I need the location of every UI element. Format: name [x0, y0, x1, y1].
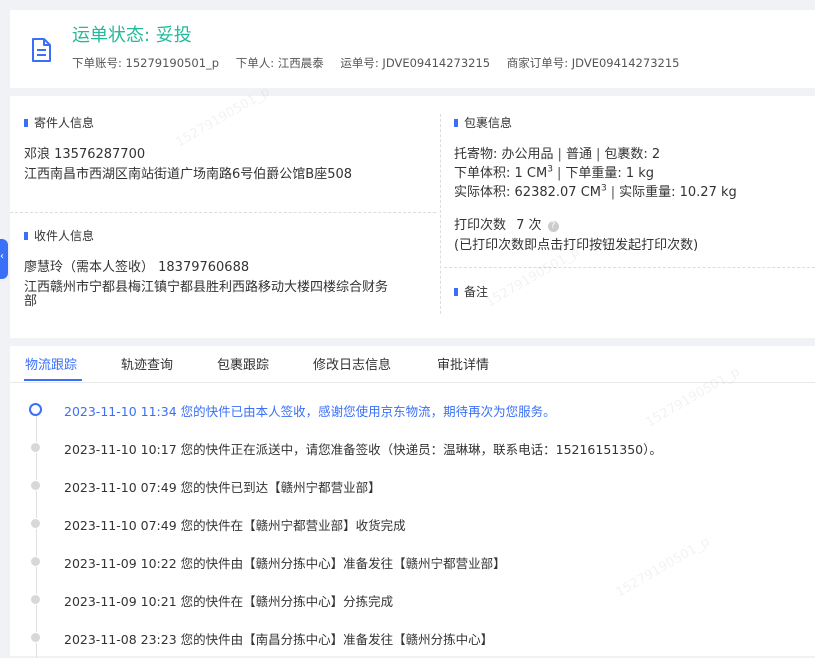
print-count-label: 打印次数 [454, 218, 507, 233]
print-count-row: 打印次数 7 次? [454, 214, 559, 233]
separator: | [556, 166, 562, 181]
divider [444, 267, 815, 268]
timeline-dot [30, 442, 41, 453]
service-type: 普通 [565, 147, 592, 162]
volume-exponent: 3 [547, 164, 553, 175]
tab-bar: 物流跟踪 轨迹查询 包裹跟踪 修改日志信息 审批详情 [10, 346, 815, 383]
receiver-address: 江西赣州市宁都县梅江镇宁都县胜利西路移动大楼四楼综合财务 [24, 280, 389, 295]
timeline-event: 2023-11-09 10:21 您的快件在【赣州分拣中心】分拣完成 [64, 594, 394, 609]
timeline-dot-current [29, 403, 42, 416]
order-volume-value: 1 CM [514, 166, 548, 181]
package-count: 包裹数: 2 [604, 147, 661, 162]
timeline-dot [30, 556, 41, 567]
timeline-dot [30, 594, 41, 605]
waybill-status-title: 运单状态: 妥投 [72, 25, 192, 46]
timeline-event: 2023-11-09 10:22 您的快件由【赣州分拣中心】准备发往【赣州宁都营… [64, 556, 506, 571]
tab-package-tracking[interactable]: 包裹跟踪 [217, 354, 269, 373]
orderer: 下单人: 江西晨泰 [235, 56, 324, 70]
timeline-dot [30, 480, 41, 491]
tracking-panel: 物流跟踪 轨迹查询 包裹跟踪 修改日志信息 审批详情 2023-11-10 11… [10, 346, 815, 658]
package-goods-row: 托寄物: 办公用品 | 普通 | 包裹数: 2 [454, 143, 660, 162]
print-note: (已打印次数即点击打印按钮发起打印次数) [454, 238, 699, 253]
sender-section-title: 寄件人信息 [24, 114, 94, 131]
waybill-number: 运单号: JDVE09414273215 [340, 56, 491, 70]
timeline-dot [30, 632, 41, 643]
order-weight: 下单重量: 1 kg [565, 166, 655, 181]
help-icon[interactable]: ? [547, 221, 559, 232]
actual-weight: 实际重量: 10.27 kg [619, 185, 737, 200]
order-account: 下单账号: 15279190501_p [72, 56, 220, 70]
receiver-address-cont: 部 [24, 294, 38, 309]
timeline-event: 2023-11-10 07:49 您的快件已到达【赣州宁都营业部】 [64, 480, 381, 495]
separator: | [557, 147, 562, 162]
shipment-info: 寄件人信息 邓浪 13576287700 江西南昌市西湖区南站街道广场南路6号伯… [10, 96, 815, 338]
divider [440, 114, 441, 314]
actual-volume-value: 62382.07 CM [514, 185, 601, 200]
chevron-left-icon: ‹ [0, 251, 4, 262]
separator: | [595, 147, 601, 162]
document-icon [32, 38, 51, 62]
actual-volume-label: 实际体积: [454, 185, 511, 200]
collapse-sidebar-toggle[interactable]: ‹ [0, 239, 8, 279]
merchant-order-number: 商家订单号: JDVE09414273215 [506, 56, 680, 70]
tab-change-log[interactable]: 修改日志信息 [313, 354, 391, 373]
receiver-name-phone: 廖慧玲（需本人签收） 18379760688 [24, 260, 250, 275]
package-section-title: 包裹信息 [454, 114, 512, 131]
waybill-header: 运单状态: 妥投 下单账号: 15279190501_p 下单人: 江西晨泰 运… [10, 10, 815, 88]
receiver-section-title: 收件人信息 [24, 227, 94, 244]
active-tab-indicator [24, 379, 82, 381]
timeline-event: 2023-11-10 11:34 您的快件已由本人签收，感谢您使用京东物流，期待… [64, 404, 556, 419]
waybill-meta: 下单账号: 15279190501_p 下单人: 江西晨泰 运单号: JDVE0… [72, 55, 692, 71]
tab-logistics-tracking[interactable]: 物流跟踪 [25, 354, 77, 373]
remark-section-title: 备注 [454, 283, 488, 300]
divider [10, 212, 436, 213]
timeline-dot [30, 518, 41, 529]
timeline-event: 2023-11-10 10:17 您的快件正在派送中，请您准备签收（快递员：温琳… [64, 442, 662, 457]
goods-value: 办公用品 [501, 147, 554, 162]
sender-name-phone: 邓浪 13576287700 [24, 147, 146, 162]
order-volume-row: 下单体积: 1 CM3 | 下单重量: 1 kg [454, 162, 654, 181]
tab-trajectory-query[interactable]: 轨迹查询 [121, 354, 173, 373]
timeline-event: 2023-11-10 07:49 您的快件在【赣州宁都营业部】收货完成 [64, 518, 406, 533]
sender-address: 江西南昌市西湖区南站街道广场南路6号伯爵公馆B座508 [24, 167, 353, 182]
volume-exponent: 3 [601, 183, 607, 194]
separator: | [610, 185, 616, 200]
goods-label: 托寄物: [454, 147, 498, 162]
print-count-value: 7 次 [516, 218, 542, 233]
tab-approval-details[interactable]: 审批详情 [437, 354, 489, 373]
order-volume-label: 下单体积: [454, 166, 511, 181]
actual-volume-row: 实际体积: 62382.07 CM3 | 实际重量: 10.27 kg [454, 181, 737, 200]
timeline-event: 2023-11-08 23:23 您的快件由【南昌分拣中心】准备发往【赣州分拣中… [64, 632, 494, 647]
